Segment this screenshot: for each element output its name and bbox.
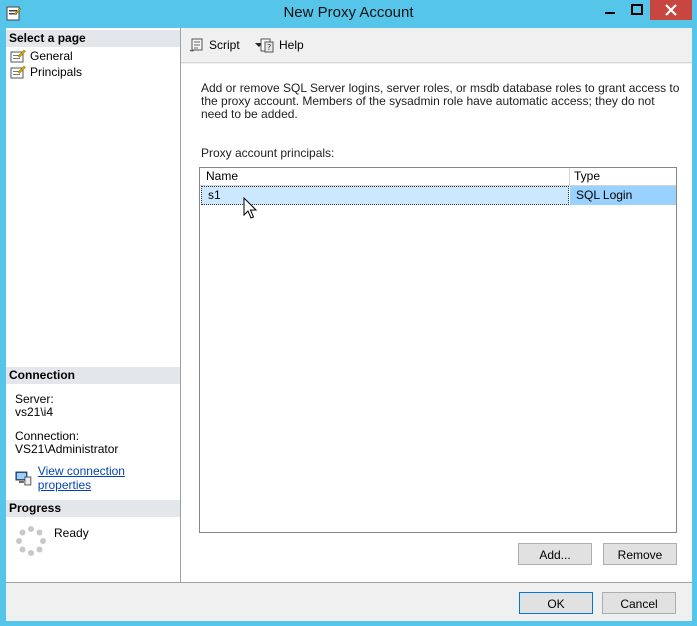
column-header-name[interactable]: Name [200,168,570,185]
script-label: Script [209,38,240,52]
cell-type[interactable]: SQL Login [570,186,676,205]
script-button[interactable]: Script [189,37,264,53]
progress-heading: Progress [6,500,180,517]
close-icon [665,4,677,16]
title-bar[interactable]: New Proxy Account [0,0,697,28]
page-item-principals[interactable]: Principals [10,64,82,80]
svg-text:?: ? [267,43,271,52]
page-item-general[interactable]: General [10,48,73,64]
help-label: Help [279,38,304,52]
progress-status: Ready [54,526,89,540]
mouse-pointer-icon [243,197,258,219]
table-row[interactable]: s1 SQL Login [200,186,676,205]
page-item-label: Principals [30,65,83,79]
dialog-client: Select a page General Principals Connect… [6,28,692,621]
principals-grid[interactable]: Name Type s1 SQL Login [199,167,677,533]
main-panel: Script ? Help Add or remove SQL Server l… [181,28,692,582]
dialog-footer: OK Cancel [6,582,692,621]
close-button[interactable] [650,0,692,20]
ok-button[interactable]: OK [519,592,593,614]
dialog-window: New Proxy Account Select a page General [0,0,697,626]
left-panel: Select a page General Principals Connect… [6,28,181,582]
connection-properties-icon [15,471,32,485]
connection-label: Connection: [15,429,80,443]
cancel-button[interactable]: Cancel [602,592,676,614]
view-connection-properties-link[interactable]: View connection properties [38,464,180,492]
page-item-label: General [30,49,73,63]
view-connection-row: View connection properties [15,464,180,492]
progress-spinner-icon [16,526,46,556]
minimize-button[interactable] [596,0,623,20]
server-value: vs21\i4 [15,405,54,419]
column-header-type[interactable]: Type [570,168,676,185]
connection-value: VS21\Administrator [15,442,119,456]
maximize-icon [630,4,643,15]
minimize-icon [604,12,615,14]
remove-button[interactable]: Remove [603,543,677,565]
maximize-button[interactable] [623,0,650,20]
help-button[interactable]: ? Help [259,37,304,53]
connection-heading: Connection [6,367,180,384]
principals-list-label: Proxy account principals: [201,146,335,160]
page-wrench-icon [10,49,26,63]
help-icon: ? [260,38,274,53]
principals-description: Add or remove SQL Server logins, server … [201,81,680,121]
principals-page: Add or remove SQL Server logins, server … [181,64,692,582]
add-button[interactable]: Add... [518,543,592,565]
server-label: Server: [15,392,54,406]
page-wrench-icon [10,65,26,79]
grid-header: Name Type [200,168,676,186]
window-title: New Proxy Account [283,4,414,21]
select-page-heading: Select a page [6,30,180,47]
script-icon [189,38,203,52]
toolbar: Script ? Help [181,28,692,63]
